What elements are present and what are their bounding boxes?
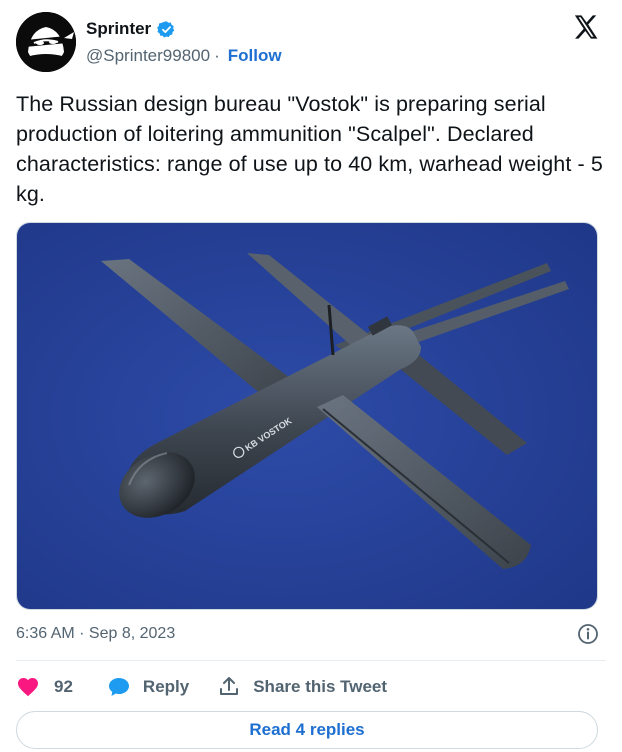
follow-button[interactable]: Follow [228,46,282,66]
handle-separator: · [214,46,220,65]
reply-bubble-icon [108,678,129,696]
author-avatar[interactable] [16,12,76,72]
tweet-card: Sprinter @Sprinter99800 · Follow The Rus… [0,0,622,752]
tweet-timestamp[interactable]: 6:36 AM · Sep 8, 2023 [16,625,175,643]
tweet-actions: 92 Reply Share this Tweet [16,674,387,700]
ninja-avatar-icon [16,12,76,72]
share-upload-icon [220,677,239,695]
verified-badge-icon [157,20,175,37]
heart-icon [18,678,38,697]
reply-button[interactable]: Reply [107,675,189,699]
share-label: Share this Tweet [253,677,388,696]
actions-divider [16,660,606,661]
reply-label: Reply [142,677,190,696]
author-name-row: Sprinter [86,18,176,40]
tweet-media[interactable]: KB VOSTOK [16,222,598,610]
author-handle-row: @Sprinter99800 · Follow [86,46,282,66]
x-logo-icon[interactable] [572,13,600,41]
info-icon[interactable] [576,622,600,646]
loitering-munition-photo: KB VOSTOK [17,223,597,609]
like-count: 92 [54,677,73,696]
share-button[interactable]: Share this Tweet [217,675,387,699]
like-button[interactable]: 92 [16,675,73,699]
read-replies-label: Read 4 replies [249,720,365,739]
author-handle[interactable]: @Sprinter99800 [86,46,210,66]
tweet-text: The Russian design bureau "Vostok" is pr… [16,92,603,206]
author-display-name[interactable]: Sprinter [86,19,151,39]
read-replies-button[interactable]: Read 4 replies [16,711,598,749]
